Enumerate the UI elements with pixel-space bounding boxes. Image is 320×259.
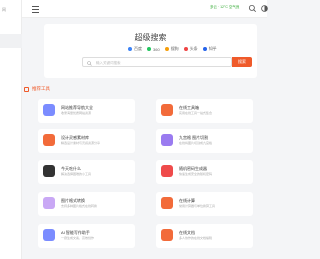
tool-icon <box>43 104 55 116</box>
category-icon <box>24 86 29 92</box>
tool-icon <box>43 197 55 209</box>
tool-card[interactable]: 在线计算 常用计算器与单位换算工具 <box>156 192 253 216</box>
search-placeholder: 输入关键词搜索 <box>96 61 121 65</box>
tool-desc: 快速生成安全的随机密码 <box>179 172 213 176</box>
engine-baidu[interactable]: 百度 <box>128 46 142 52</box>
tool-desc: 在线将图片切割成九宫格 <box>179 141 213 145</box>
search-title: 超级搜索 <box>134 33 167 42</box>
tool-card[interactable]: 在线文档 多人协作的在线文档编辑 <box>156 224 253 248</box>
tool-card[interactable]: 今天吃什么 解决选择困难的小工具 <box>38 160 135 184</box>
tool-card[interactable]: 九宫格 图片切割 在线将图片切割成九宫格 <box>156 129 253 153</box>
theme-toggle-icon[interactable] <box>260 4 269 13</box>
tool-desc: 多人协作的在线文档编辑 <box>179 236 213 240</box>
tool-icon <box>161 134 173 146</box>
sidebar-item-active[interactable] <box>0 34 22 48</box>
search-engine-tabs: 百度 360 搜狗 头条 知乎 <box>128 46 217 52</box>
tool-desc: 支持多种图片格式在线转换 <box>61 204 98 208</box>
tool-desc: 解决选择困难的小工具 <box>61 172 92 176</box>
top-bar: 多云 · 12°C 空气良 <box>22 0 269 18</box>
tool-icon <box>161 197 173 209</box>
tool-desc: 常用计算器与单位换算工具 <box>179 204 216 208</box>
tool-desc: 收录海量优质网站资源 <box>61 111 92 115</box>
search-button[interactable]: 搜索 <box>232 57 252 67</box>
search-input[interactable]: 输入关键词搜索 <box>82 57 232 67</box>
section-title: 推荐工具 <box>32 86 50 91</box>
tool-card[interactable]: 在线工具箱 实用在线工具一站式集合 <box>156 99 253 123</box>
tool-card[interactable]: 网站推荐导航大全 收录海量优质网站资源 <box>38 99 135 123</box>
engine-sogou[interactable]: 搜狗 <box>164 46 179 52</box>
tool-icon <box>43 165 55 177</box>
search-panel: 超级搜索 百度 360 搜狗 头条 知乎 输入关键词搜索 搜索 <box>44 24 257 78</box>
engine-360[interactable]: 360 <box>147 46 160 52</box>
tool-card[interactable]: AI 智能写作助手 一键生成文案，高效创作 <box>38 224 135 248</box>
tool-icon <box>43 134 55 146</box>
search-icon[interactable] <box>248 4 257 13</box>
tool-desc: 一键生成文案，高效创作 <box>61 236 95 240</box>
tool-card[interactable]: 设计灵感素材库 精选设计素材与灵感资源分享 <box>38 129 135 153</box>
tool-desc: 精选设计素材与灵感资源分享 <box>61 141 101 145</box>
engine-toutiao[interactable]: 头条 <box>183 46 198 52</box>
sidebar: 网 <box>0 0 22 259</box>
engine-zhihu[interactable]: 知乎 <box>202 46 217 52</box>
tool-icon <box>161 104 173 116</box>
weather-info: 多云 · 12°C 空气良 <box>210 5 240 9</box>
tool-icon <box>43 229 55 241</box>
section-header: 推荐工具 <box>24 86 50 92</box>
tool-icon <box>161 165 173 177</box>
logo[interactable]: 网 <box>0 7 22 13</box>
tool-icon <box>161 229 173 241</box>
tool-desc: 实用在线工具一站式集合 <box>179 111 213 115</box>
tool-card[interactable]: 图片格式转换 支持多种图片格式在线转换 <box>38 192 135 216</box>
menu-icon[interactable] <box>32 6 39 13</box>
tool-card[interactable]: 随机密码生成器 快速生成安全的随机密码 <box>156 160 253 184</box>
search-icon <box>87 60 92 66</box>
